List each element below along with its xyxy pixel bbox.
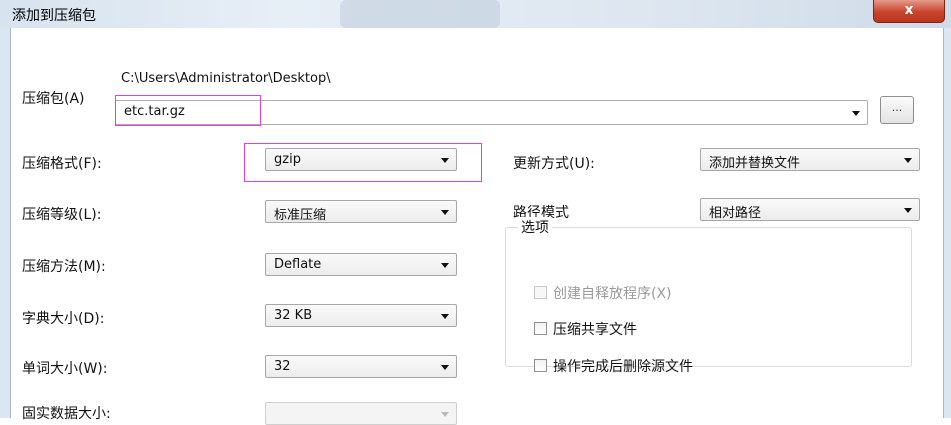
title-bar[interactable]: 添加到压缩包 x bbox=[0, 0, 951, 29]
path-mode-value: 相对路径 bbox=[709, 206, 762, 221]
format-label: 压缩格式(F): bbox=[22, 156, 102, 172]
chevron-down-icon bbox=[904, 208, 912, 213]
delete-source-label: 操作完成后删除源文件 bbox=[553, 359, 693, 375]
close-icon: x bbox=[904, 2, 914, 18]
window-title: 添加到压缩包 bbox=[12, 8, 96, 24]
level-value: 标准压缩 bbox=[274, 208, 327, 223]
chevron-down-icon bbox=[904, 158, 912, 163]
delete-source-checkbox[interactable] bbox=[534, 359, 547, 372]
update-mode-value: 添加并替换文件 bbox=[709, 156, 801, 171]
update-mode-label: 更新方式(U): bbox=[513, 156, 595, 172]
window-frame-left bbox=[0, 28, 10, 418]
dictionary-label: 字典大小(D): bbox=[22, 311, 105, 327]
solid-block-label: 固实数据大小: bbox=[22, 406, 111, 422]
highlight-box bbox=[244, 143, 482, 182]
self-extract-label: 创建自释放程序(X) bbox=[553, 286, 672, 302]
chevron-down-icon bbox=[441, 314, 449, 319]
chevron-down-icon bbox=[441, 263, 449, 268]
method-label: 压缩方法(M): bbox=[22, 259, 106, 275]
chevron-down-icon[interactable] bbox=[852, 111, 860, 116]
title-bar-background bbox=[340, 0, 500, 28]
close-button[interactable]: x bbox=[873, 0, 945, 23]
dictionary-value: 32 KB bbox=[274, 308, 313, 323]
level-label: 压缩等级(L): bbox=[22, 207, 102, 223]
word-size-label: 单词大小(W): bbox=[22, 361, 108, 377]
method-value: Deflate bbox=[274, 257, 322, 272]
word-size-value: 32 bbox=[274, 359, 291, 374]
highlight-box bbox=[115, 95, 261, 126]
options-title: 选项 bbox=[518, 217, 552, 237]
word-size-select[interactable]: 32 bbox=[265, 355, 457, 378]
path-mode-select[interactable]: 相对路径 bbox=[700, 198, 920, 221]
dictionary-select[interactable]: 32 KB bbox=[265, 304, 457, 327]
chevron-down-icon bbox=[441, 412, 449, 417]
chevron-down-icon bbox=[441, 365, 449, 370]
update-mode-select[interactable]: 添加并替换文件 bbox=[700, 148, 920, 171]
archive-path: C:\Users\Administrator\Desktop\ bbox=[121, 71, 331, 86]
chevron-down-icon bbox=[441, 210, 449, 215]
archive-label: 压缩包(A) bbox=[22, 91, 85, 107]
level-select[interactable]: 标准压缩 bbox=[265, 200, 457, 223]
browse-button[interactable]: ... bbox=[880, 96, 914, 124]
compress-shared-checkbox[interactable] bbox=[534, 322, 547, 335]
self-extract-checkbox[interactable] bbox=[534, 286, 547, 299]
compress-shared-label: 压缩共享文件 bbox=[553, 322, 637, 338]
solid-block-select[interactable] bbox=[265, 402, 457, 425]
method-select[interactable]: Deflate bbox=[265, 253, 457, 276]
